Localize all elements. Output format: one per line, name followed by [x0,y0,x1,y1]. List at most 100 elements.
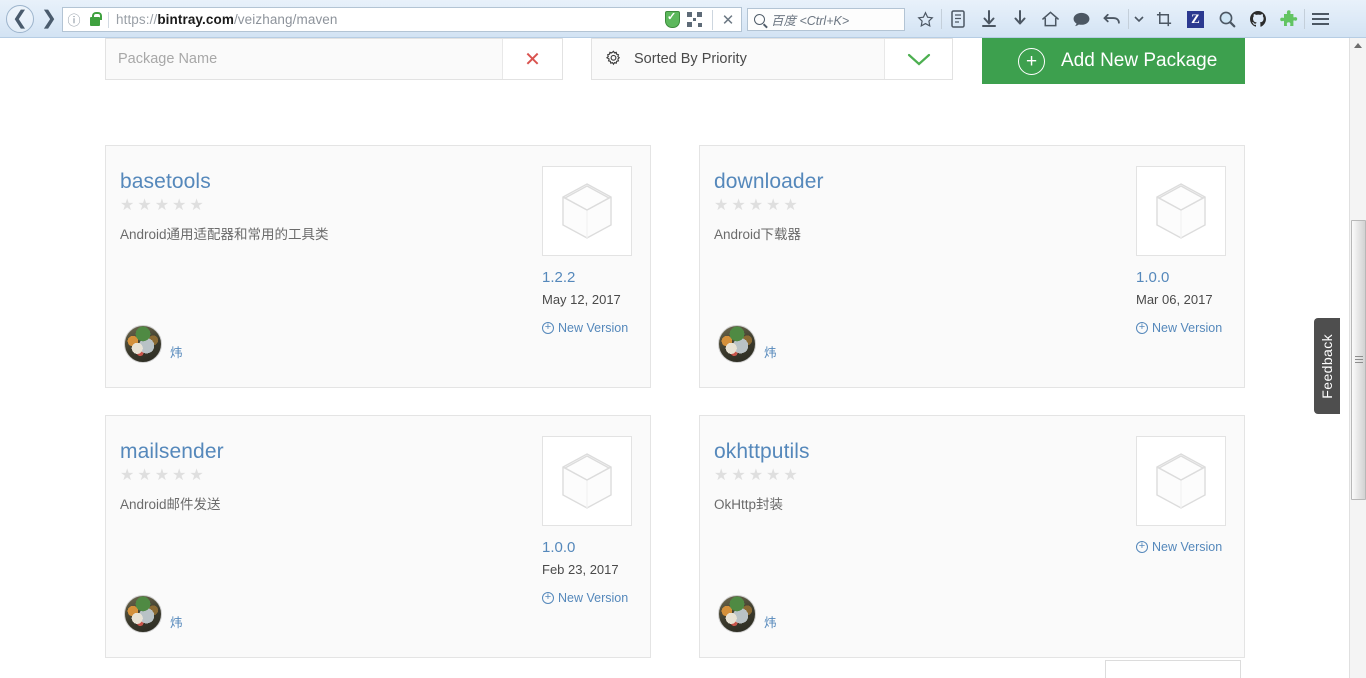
chevron-down-icon[interactable] [1129,0,1149,38]
url-path: /veizhang/maven [233,12,338,27]
package-card[interactable]: okhttputils ★ ★ ★ ★ ★ OkHttp封装 + New Ver… [699,415,1245,658]
add-new-package-label: Add New Package [1061,50,1218,71]
package-meta: 1.0.0 Feb 23, 2017 New Version [542,436,634,605]
chat-bubble-icon[interactable] [1066,0,1097,38]
star-icon[interactable]: ★ [714,468,728,484]
star-icon[interactable]: ★ [766,468,780,484]
bottom-popup-partial [1105,660,1241,678]
zotero-icon[interactable]: Z [1180,0,1211,38]
new-version-link[interactable]: New Version [542,591,628,605]
scrollbar-thumb[interactable] [1351,220,1366,500]
page-scrollbar[interactable] [1349,38,1366,678]
avatar[interactable] [718,325,756,363]
package-owner[interactable]: 炜 [124,595,183,633]
star-icon[interactable]: ★ [172,198,186,214]
library-icon[interactable] [942,0,973,38]
chevron-down-icon[interactable] [884,39,952,79]
star-icon[interactable]: ★ [189,198,203,214]
info-icon[interactable]: ⓘ [63,10,85,29]
star-icon[interactable]: ★ [714,198,728,214]
star-icon[interactable]: ★ [783,198,797,214]
hamburger-menu-icon[interactable] [1305,0,1336,38]
package-box-icon [1136,436,1226,526]
star-icon[interactable] [910,0,941,38]
package-owner[interactable]: 炜 [718,325,777,363]
search-input[interactable] [106,39,502,79]
crop-icon[interactable] [1149,0,1180,38]
add-new-package-button[interactable]: + Add New Package [982,38,1245,84]
puzzle-piece-icon[interactable] [1273,0,1304,38]
star-icon[interactable]: ★ [731,198,745,214]
package-grid: basetools ★ ★ ★ ★ ★ Android通用适配器和常用的工具类 [105,145,1245,658]
feedback-tab-button[interactable]: Feedback [1314,318,1340,414]
package-name-link[interactable]: mailsender [120,440,224,464]
browser-search-box[interactable]: 百度 <Ctrl+K> [747,8,905,31]
owner-name-link[interactable]: 炜 [170,342,183,363]
search-icon [754,14,765,25]
clear-search-button[interactable]: ✕ [502,39,562,79]
star-icon[interactable]: ★ [189,468,203,484]
owner-name-link[interactable]: 炜 [764,612,777,633]
package-card[interactable]: downloader ★ ★ ★ ★ ★ Android下载器 1.0.0 Ma… [699,145,1245,388]
star-icon[interactable]: ★ [749,468,763,484]
star-icon[interactable]: ★ [749,198,763,214]
package-version[interactable]: 1.0.0 [542,539,575,556]
package-name-link[interactable]: downloader [714,170,824,194]
scroll-up-arrow-icon[interactable] [1350,38,1366,52]
new-version-link[interactable]: New Version [542,321,628,335]
github-octocat-icon[interactable] [1242,0,1273,38]
avatar[interactable] [124,325,162,363]
avatar[interactable] [124,595,162,633]
package-version[interactable]: 1.0.0 [1136,269,1169,286]
rating-stars[interactable]: ★ ★ ★ ★ ★ [714,198,798,214]
rating-stars[interactable]: ★ ★ ★ ★ ★ [714,468,798,484]
package-name-link[interactable]: okhttputils [714,440,810,464]
divider [712,9,713,30]
owner-name-link[interactable]: 炜 [764,342,777,363]
package-meta: 1.2.2 May 12, 2017 New Version [542,166,634,335]
zotero-badge: Z [1187,10,1204,28]
shield-check-icon[interactable] [665,10,680,28]
rating-stars[interactable]: ★ ★ ★ ★ ★ [120,468,204,484]
downloads-icon[interactable] [1004,0,1035,38]
forward-arrow-icon: ❯ [41,8,57,29]
star-icon[interactable]: ★ [120,468,134,484]
package-version[interactable]: 1.2.2 [542,269,575,286]
home-icon[interactable] [1035,0,1066,38]
star-icon[interactable]: ★ [766,198,780,214]
star-icon[interactable]: ★ [137,198,151,214]
package-card[interactable]: basetools ★ ★ ★ ★ ★ Android通用适配器和常用的工具类 [105,145,651,388]
star-icon[interactable]: ★ [731,468,745,484]
url-bar[interactable]: ⓘ https://bintray.com/veizhang/maven ✕ [62,7,742,32]
package-date: Feb 23, 2017 [542,562,619,577]
sort-dropdown[interactable]: Sorted By Priority [591,38,953,80]
package-search-field[interactable]: ✕ [105,38,563,80]
rating-stars[interactable]: ★ ★ ★ ★ ★ [120,198,204,214]
star-icon[interactable]: ★ [120,198,134,214]
star-icon[interactable]: ★ [155,468,169,484]
lock-icon[interactable] [85,11,105,26]
forward-button[interactable]: ❯ [36,5,62,33]
star-icon[interactable]: ★ [155,198,169,214]
back-button[interactable]: ❮ [6,4,34,33]
download-arrow-icon[interactable] [973,0,1004,38]
close-icon[interactable]: ✕ [715,8,741,31]
plus-circle-icon [1136,540,1148,553]
qr-code-icon[interactable] [687,12,702,27]
package-description: Android通用适配器和常用的工具类 [120,227,329,242]
owner-name-link[interactable]: 炜 [170,612,183,633]
package-card[interactable]: mailsender ★ ★ ★ ★ ★ Android邮件发送 1.0.0 F… [105,415,651,658]
package-description: Android下载器 [714,227,802,242]
star-icon[interactable]: ★ [137,468,151,484]
url-domain: bintray.com [157,12,234,27]
new-version-link[interactable]: New Version [1136,321,1222,335]
new-version-link[interactable]: New Version [1136,540,1222,554]
avatar[interactable] [718,595,756,633]
undo-arrow-icon[interactable] [1097,0,1128,38]
magnifier-icon[interactable] [1211,0,1242,38]
package-owner[interactable]: 炜 [718,595,777,633]
package-name-link[interactable]: basetools [120,170,211,194]
star-icon[interactable]: ★ [172,468,186,484]
package-owner[interactable]: 炜 [124,325,183,363]
star-icon[interactable]: ★ [783,468,797,484]
